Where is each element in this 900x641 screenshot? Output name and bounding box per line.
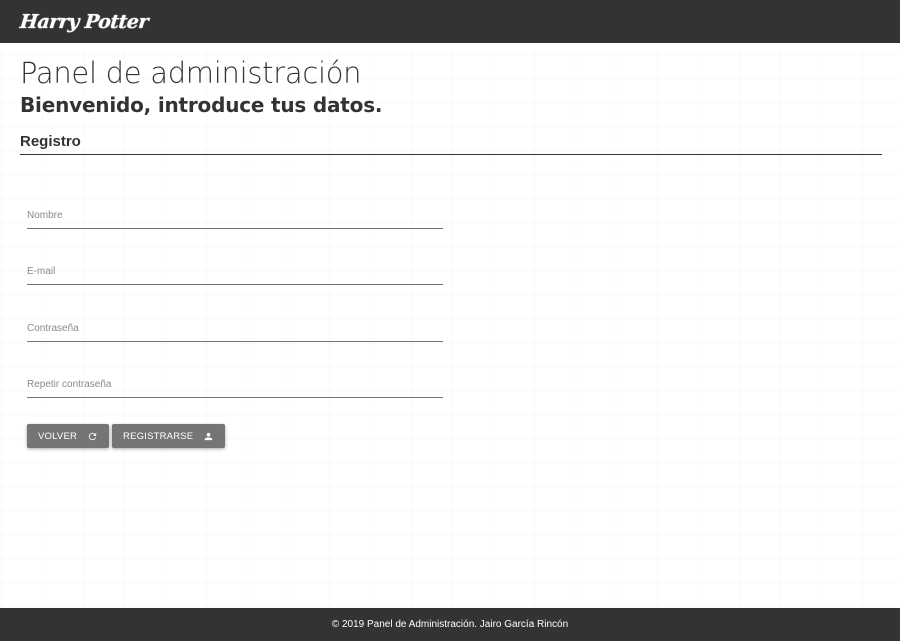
name-input[interactable] xyxy=(27,194,443,229)
section-title-registro: Registro xyxy=(20,133,882,155)
person-icon xyxy=(203,431,214,442)
page-title: Panel de administración xyxy=(20,56,362,90)
back-button-label: VOLVER xyxy=(38,430,78,442)
back-button[interactable]: VOLVER xyxy=(27,424,110,448)
register-button[interactable]: REGISTRARSE xyxy=(112,424,226,448)
main-content: Panel de administración Bienvenido, intr… xyxy=(20,43,882,448)
name-field-wrapper xyxy=(27,175,444,232)
repeat-password-input[interactable] xyxy=(27,364,443,398)
register-button-label: REGISTRARSE xyxy=(123,430,194,442)
repeat-password-field-wrapper xyxy=(27,345,444,402)
harry-potter-logo[interactable]: Harry Potter xyxy=(19,11,149,33)
email-field-wrapper xyxy=(27,232,444,289)
top-navbar: Harry Potter xyxy=(0,0,900,43)
registration-form xyxy=(20,175,444,401)
email-input[interactable] xyxy=(27,251,443,285)
form-buttons: VOLVER REGISTRARSE xyxy=(20,424,882,448)
page-subtitle: Bienvenido, introduce tus datos. xyxy=(20,93,383,117)
page-footer: © 2019 Panel de Administración. Jairo Ga… xyxy=(0,608,900,641)
footer-copyright: © 2019 Panel de Administración. Jairo Ga… xyxy=(331,619,569,630)
password-field-wrapper xyxy=(27,288,444,345)
refresh-icon xyxy=(87,431,98,442)
password-input[interactable] xyxy=(27,307,443,342)
